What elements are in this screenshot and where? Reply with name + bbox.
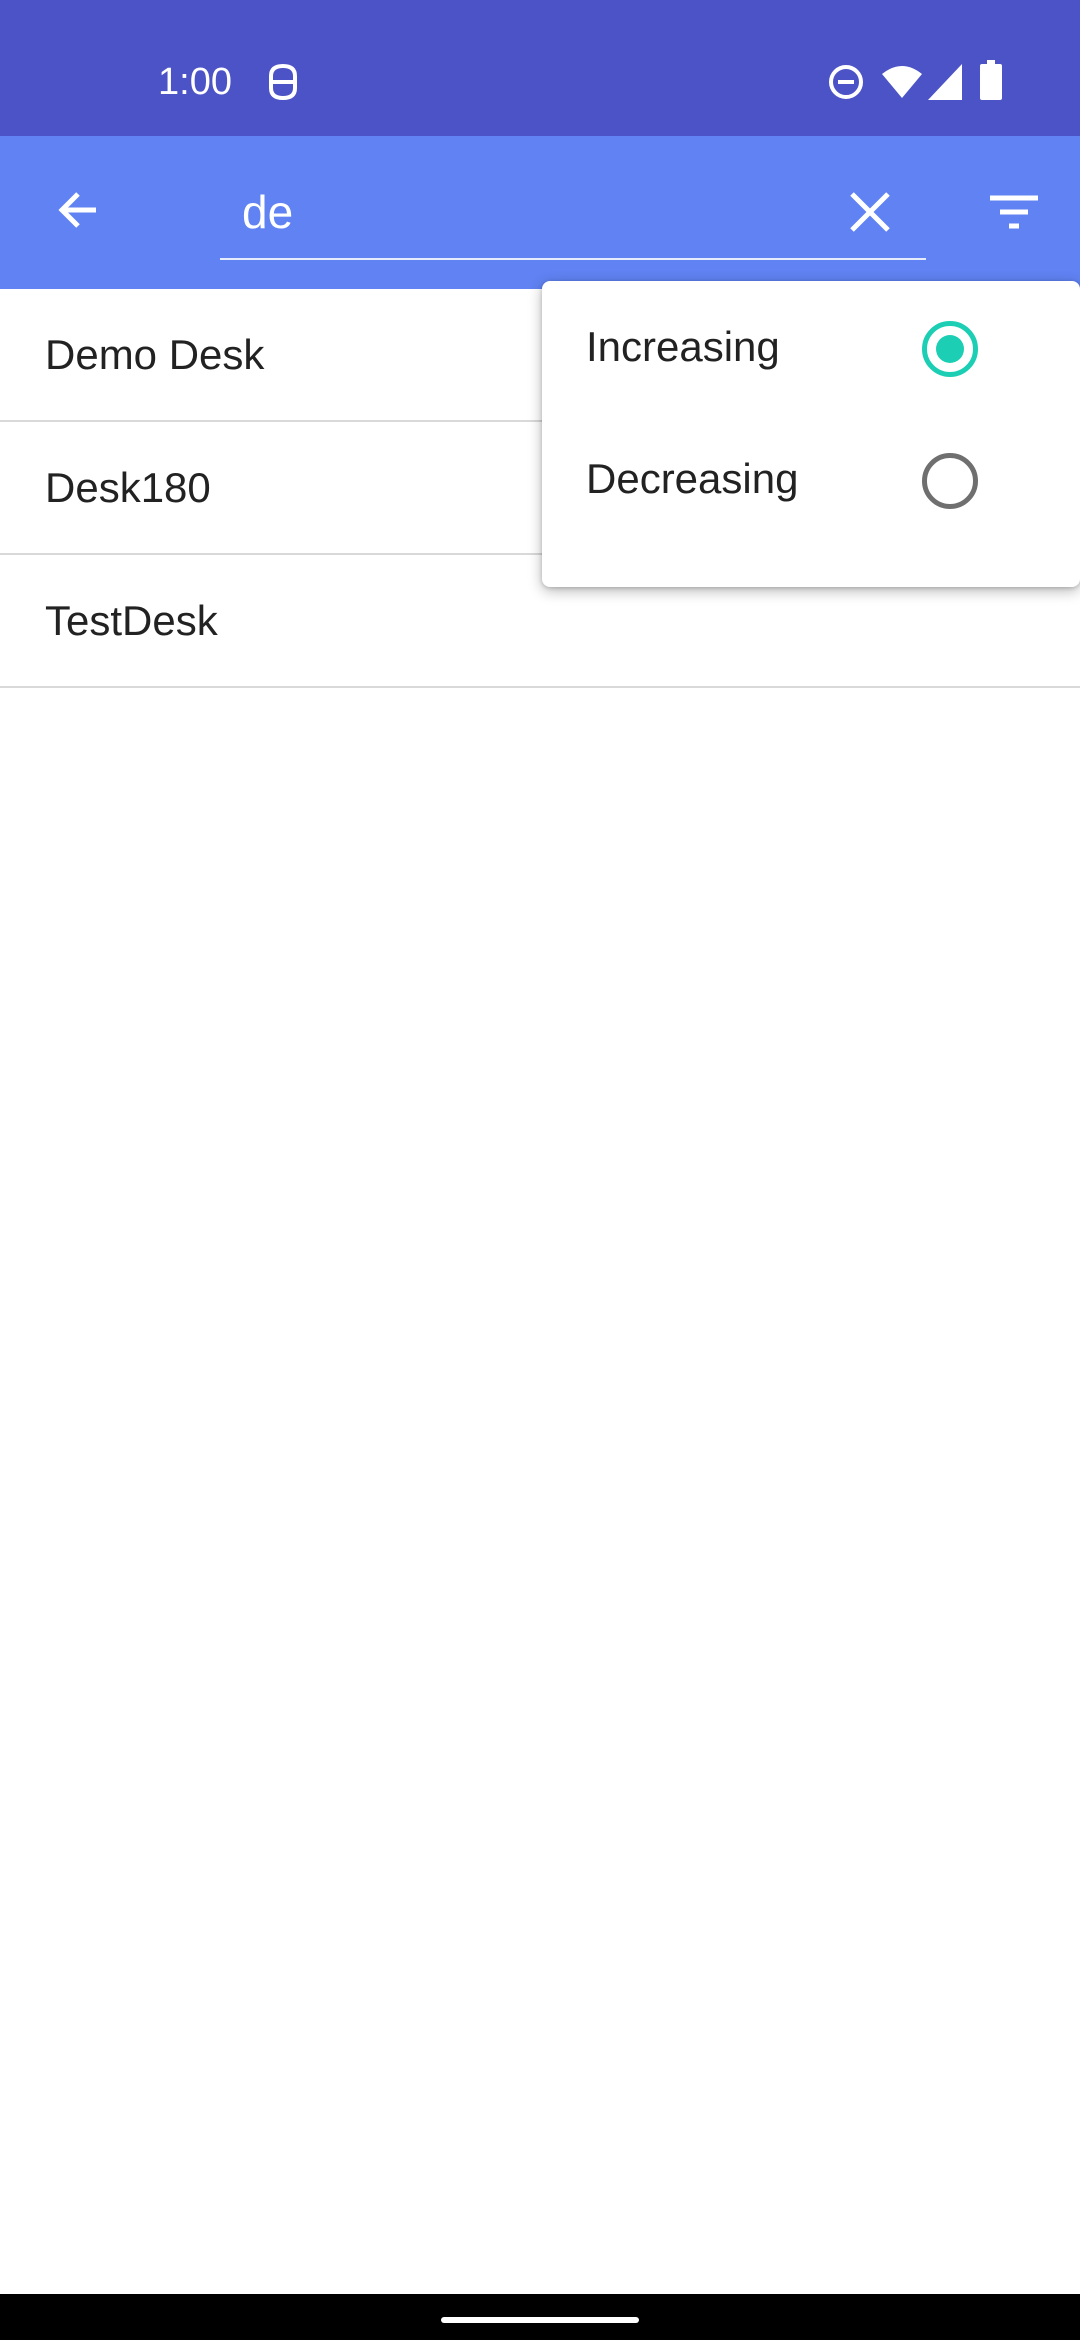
close-icon — [850, 192, 890, 232]
sort-option-increasing[interactable]: Increasing — [542, 281, 1080, 413]
list-item-label: Desk180 — [45, 463, 211, 511]
radio-button-unchecked[interactable] — [922, 453, 978, 509]
radio-button-checked[interactable] — [922, 321, 978, 377]
status-time: 1:00 — [158, 61, 232, 103]
back-button[interactable] — [36, 168, 120, 252]
list-item-label: TestDesk — [45, 596, 218, 644]
arrow-back-icon — [58, 192, 96, 228]
sort-filter-button[interactable] — [972, 170, 1056, 254]
do-not-disturb-icon — [829, 65, 863, 99]
sort-option-label: Increasing — [586, 323, 780, 370]
clear-search-button[interactable] — [828, 170, 912, 254]
search-input[interactable] — [220, 166, 926, 260]
status-bar: 1:00 — [0, 0, 1080, 136]
list-item-label: Demo Desk — [45, 330, 265, 378]
home-indicator[interactable] — [441, 2317, 639, 2323]
sort-option-decreasing[interactable]: Decreasing — [542, 413, 1080, 545]
wifi-icon — [882, 66, 922, 98]
sort-option-label: Decreasing — [586, 455, 799, 502]
sort-order-menu: Increasing Decreasing — [542, 281, 1080, 587]
cellular-signal-icon — [928, 64, 962, 100]
face-recognition-icon — [269, 63, 297, 101]
sort-filter-icon — [990, 195, 1038, 229]
battery-icon — [980, 60, 1002, 100]
